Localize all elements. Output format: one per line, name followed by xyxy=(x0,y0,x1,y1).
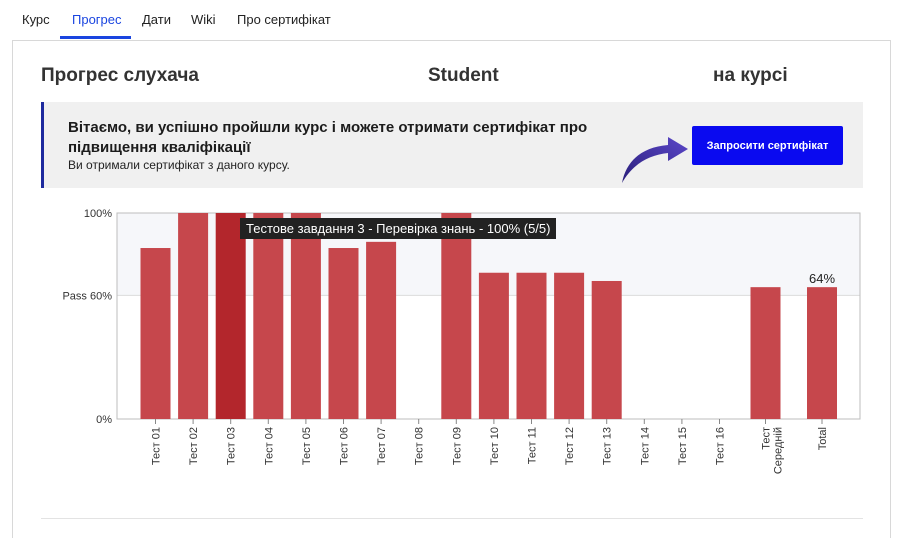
x-tick-label: Тест 12 xyxy=(564,427,576,465)
y-tick-label: 100% xyxy=(84,208,112,220)
x-tick-label: Тест 04 xyxy=(263,427,275,465)
x-tick-label: Тест 09 xyxy=(451,427,463,465)
chart-bar xyxy=(253,213,284,419)
x-tick-label-text: Тест 09 xyxy=(451,427,463,465)
x-tick-label-text: Тест 05 xyxy=(301,427,313,465)
y-tick-label: Pass 60% xyxy=(62,290,112,302)
x-tick-label-text: Тест 13 xyxy=(602,427,614,465)
x-tick-label-text: Тест 11 xyxy=(527,427,539,464)
data-label: 64% xyxy=(809,271,835,286)
x-tick-label-text: Total xyxy=(817,427,829,450)
x-tick-label-text: Середній xyxy=(773,427,785,474)
chart-bar xyxy=(215,213,246,419)
chart-bar xyxy=(516,272,547,419)
x-tick-label-text: Тест 07 xyxy=(376,427,388,465)
chart-bar xyxy=(140,248,171,419)
x-tick-label-text: Тест 14 xyxy=(639,427,651,465)
x-tick-label-text: Тест 12 xyxy=(564,427,576,465)
x-tick-label: Тест 11 xyxy=(527,427,539,464)
x-tick-label: Total xyxy=(817,427,829,450)
x-tick-label-text: Тест 03 xyxy=(226,427,238,465)
chart-bar xyxy=(750,287,781,419)
x-tick-label: Тест 06 xyxy=(339,427,351,465)
x-tick-label-text: Тест 10 xyxy=(489,427,501,465)
x-tick-label-text: Тест 08 xyxy=(414,427,426,465)
chart-bar xyxy=(290,213,321,419)
x-tick-label: Тест 08 xyxy=(414,427,426,465)
chart-bar xyxy=(178,213,209,419)
x-tick-label: Тест 01 xyxy=(151,427,163,465)
x-tick-label: Тест 16 xyxy=(715,427,727,465)
x-tick-label-text: Тест 15 xyxy=(677,427,689,465)
chart-bar xyxy=(328,248,359,419)
x-tick-label-text: Тест 16 xyxy=(715,427,727,465)
x-tick-label: Тест 13 xyxy=(602,427,614,465)
chart-tooltip: Тестове завдання 3 - Перевірка знань - 1… xyxy=(240,218,557,239)
x-tick-label: Тест 05 xyxy=(301,427,313,465)
y-tick-label: 0% xyxy=(96,414,112,426)
x-tick-label: Тест 14 xyxy=(639,427,651,465)
x-tick-label: Тест 07 xyxy=(376,427,388,465)
x-tick-label: Тест 02 xyxy=(188,427,200,465)
section-divider xyxy=(41,518,863,519)
chart-bar xyxy=(807,287,837,419)
x-tick-label-text: Тест xyxy=(761,427,773,450)
chart-bar xyxy=(366,241,397,419)
x-tick-label-text: Тест 02 xyxy=(188,427,200,465)
x-tick-label-text: Тест 04 xyxy=(263,427,275,465)
chart-bar xyxy=(441,213,472,419)
chart-bar xyxy=(591,280,622,419)
x-tick-label-text: Тест 06 xyxy=(339,427,351,465)
x-tick-label: Тест 15 xyxy=(677,427,689,465)
x-tick-label: Тест 10 xyxy=(489,427,501,465)
chart-bar xyxy=(554,272,585,419)
x-tick-label: Тест Середній xyxy=(761,427,785,474)
chart-bar xyxy=(478,272,509,419)
progress-chart: 100% Pass 60% 0% Тест 01 Тест 02 Тест 03 Тест … xyxy=(62,208,861,474)
x-tick-label: Тест 03 xyxy=(226,427,238,465)
x-tick-label-text: Тест 01 xyxy=(151,427,163,465)
